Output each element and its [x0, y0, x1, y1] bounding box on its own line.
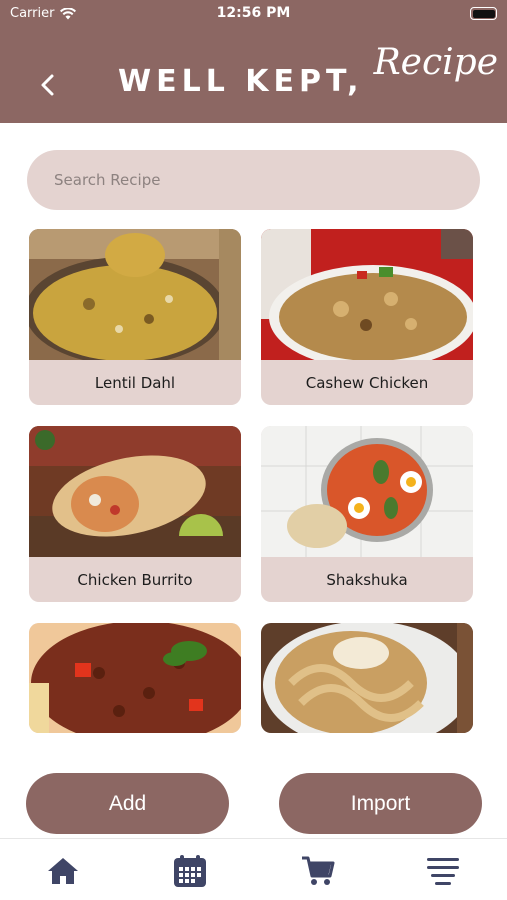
recipe-title: Shakshuka — [326, 570, 408, 589]
search-bar[interactable] — [27, 150, 480, 210]
home-icon[interactable] — [45, 853, 81, 889]
recipe-card[interactable] — [29, 623, 241, 733]
recipe-image — [29, 426, 241, 557]
recipe-image — [29, 623, 241, 733]
recipe-card[interactable]: Cashew Chicken — [261, 229, 473, 405]
recipe-image — [261, 229, 473, 369]
tab-bar — [0, 838, 507, 900]
add-button[interactable]: Add — [26, 773, 229, 834]
menu-icon[interactable] — [425, 853, 461, 889]
import-button[interactable]: Import — [279, 773, 482, 834]
recipe-title: Lentil Dahl — [94, 373, 176, 392]
title-script: Recipe — [373, 42, 499, 83]
search-input[interactable] — [27, 150, 480, 210]
recipe-card[interactable]: Chicken Burrito — [29, 426, 241, 602]
calendar-icon[interactable] — [172, 853, 208, 889]
recipe-card[interactable]: Shakshuka — [261, 426, 473, 602]
title-main: WELL KEPT, — [118, 64, 364, 99]
battery-icon — [470, 7, 497, 20]
recipe-card[interactable]: Lentil Dahl — [29, 229, 241, 405]
recipe-card[interactable] — [261, 623, 473, 733]
recipe-image — [261, 623, 473, 733]
recipe-title: Chicken Burrito — [77, 570, 193, 589]
recipe-image — [29, 229, 241, 365]
page-title: WELL KEPT, Recipe — [118, 42, 498, 99]
back-chevron-icon[interactable] — [36, 70, 60, 100]
status-time: 12:56 PM — [216, 5, 291, 21]
recipe-title: Cashew Chicken — [305, 373, 429, 392]
app-header: Carrier 12:56 PM WELL KEPT, Recipe — [0, 0, 507, 123]
recipe-image — [261, 426, 473, 557]
cart-icon[interactable] — [300, 853, 336, 889]
